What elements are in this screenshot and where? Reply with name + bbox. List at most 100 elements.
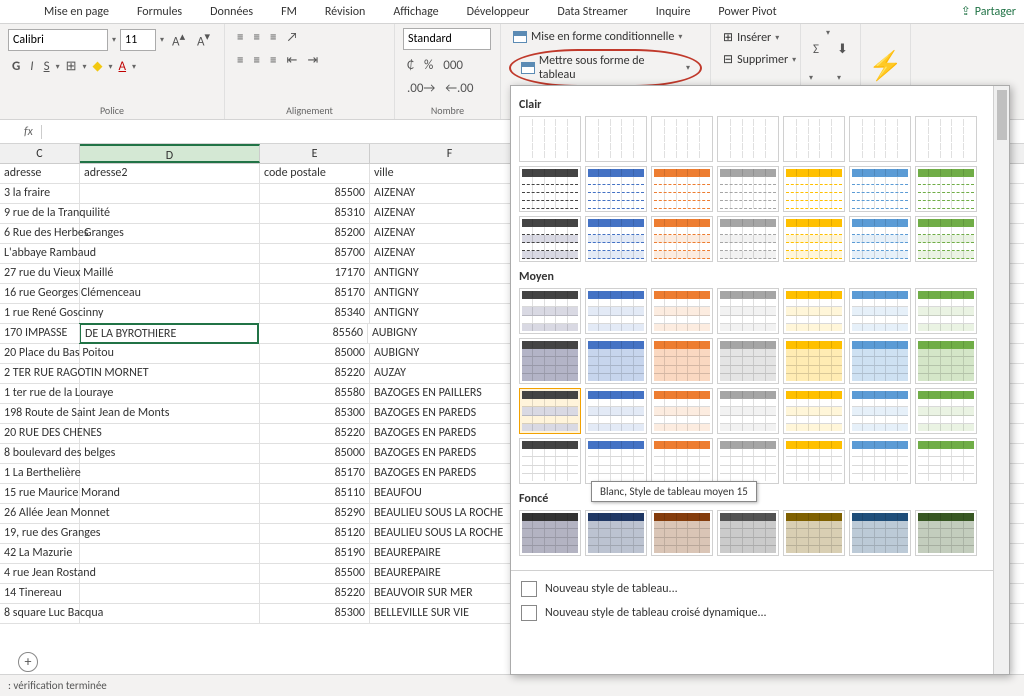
table-style-thumb[interactable]	[849, 288, 911, 334]
table-style-thumb[interactable]	[585, 388, 647, 434]
table-style-thumb[interactable]	[651, 510, 713, 556]
table-style-thumb[interactable]	[783, 438, 845, 484]
new-pivot-style-button[interactable]: Nouveau style de tableau croisé dynamiqu…	[519, 601, 1001, 625]
table-style-thumb[interactable]	[717, 166, 779, 212]
table-style-thumb[interactable]	[651, 216, 713, 262]
table-style-thumb[interactable]	[651, 338, 713, 384]
font-color-button[interactable]: A	[115, 57, 131, 76]
table-style-thumb[interactable]	[915, 438, 977, 484]
format-as-table-button[interactable]: Mettre sous forme de tableau ▾	[509, 49, 702, 87]
table-style-thumb[interactable]	[519, 166, 581, 212]
table-style-thumb[interactable]	[519, 288, 581, 334]
font-size-select[interactable]	[120, 29, 156, 51]
align-bottom-button[interactable]: ≡	[266, 28, 280, 47]
add-sheet-button[interactable]: +	[18, 652, 38, 672]
table-style-thumb[interactable]	[783, 166, 845, 212]
table-style-thumb[interactable]	[915, 510, 977, 556]
table-style-thumb[interactable]	[717, 216, 779, 262]
table-style-thumb[interactable]	[519, 116, 581, 162]
table-style-thumb[interactable]	[915, 116, 977, 162]
align-top-button[interactable]: ≡	[233, 28, 247, 47]
table-style-thumb[interactable]	[651, 288, 713, 334]
tab-fm[interactable]: FM	[277, 2, 301, 22]
orientation-button[interactable]: ↗	[282, 28, 301, 47]
table-style-thumb[interactable]	[915, 216, 977, 262]
table-style-thumb[interactable]	[651, 438, 713, 484]
fx-icon[interactable]: fx	[24, 125, 42, 139]
col-header-d[interactable]: D	[80, 144, 260, 163]
table-style-thumb[interactable]	[717, 388, 779, 434]
tab-inquire[interactable]: Inquire	[652, 2, 695, 22]
table-style-thumb[interactable]	[519, 388, 581, 434]
table-style-thumb[interactable]	[585, 166, 647, 212]
table-style-thumb[interactable]	[783, 338, 845, 384]
percent-button[interactable]: %	[420, 56, 437, 75]
chevron-down-icon[interactable]: ▾	[112, 35, 116, 45]
share-button[interactable]: ⇪ Partager	[961, 4, 1016, 19]
table-style-thumb[interactable]	[717, 116, 779, 162]
italic-button[interactable]: I	[26, 57, 37, 76]
align-right-button[interactable]: ≡	[266, 51, 280, 70]
table-style-thumb[interactable]	[585, 116, 647, 162]
table-style-thumb[interactable]	[651, 116, 713, 162]
underline-button[interactable]: S	[40, 57, 54, 76]
col-header-c[interactable]: C	[0, 144, 80, 163]
indent-decrease-button[interactable]: ⇤	[282, 51, 301, 70]
table-style-thumb[interactable]	[585, 510, 647, 556]
table-style-thumb[interactable]	[717, 510, 779, 556]
tab-data[interactable]: Données	[206, 2, 257, 22]
table-style-thumb[interactable]	[783, 510, 845, 556]
tab-powerpivot[interactable]: Power Pivot	[714, 2, 780, 22]
chevron-down-icon[interactable]: ▾	[160, 35, 164, 45]
tab-review[interactable]: Révision	[321, 2, 369, 22]
table-style-thumb[interactable]	[651, 388, 713, 434]
bold-button[interactable]: G	[8, 57, 24, 76]
table-style-thumb[interactable]	[915, 288, 977, 334]
table-style-thumb[interactable]	[585, 438, 647, 484]
table-style-thumb[interactable]	[585, 288, 647, 334]
table-style-thumb[interactable]	[849, 438, 911, 484]
tab-formulas[interactable]: Formules	[133, 2, 186, 22]
table-style-thumb[interactable]	[651, 166, 713, 212]
table-style-thumb[interactable]	[783, 388, 845, 434]
table-style-thumb[interactable]	[849, 510, 911, 556]
tab-layout[interactable]: Mise en page	[40, 2, 113, 22]
table-style-thumb[interactable]	[585, 216, 647, 262]
new-table-style-button[interactable]: Nouveau style de tableau...	[519, 577, 1001, 601]
col-header-f[interactable]: F	[370, 144, 530, 163]
table-style-thumb[interactable]	[849, 166, 911, 212]
table-style-thumb[interactable]	[519, 438, 581, 484]
table-style-thumb[interactable]	[783, 216, 845, 262]
insert-button[interactable]: ⊞ Insérer ▾	[719, 28, 792, 47]
table-style-thumb[interactable]	[519, 216, 581, 262]
currency-button[interactable]: ₵	[403, 56, 418, 75]
table-style-thumb[interactable]	[519, 510, 581, 556]
table-style-thumb[interactable]	[717, 438, 779, 484]
table-style-thumb[interactable]	[849, 338, 911, 384]
gallery-scrollbar[interactable]	[993, 86, 1009, 674]
table-style-thumb[interactable]	[849, 216, 911, 262]
align-left-button[interactable]: ≡	[233, 51, 247, 70]
number-format-select[interactable]	[403, 28, 491, 50]
decimal-decrease-button[interactable]: ←.00	[441, 79, 477, 98]
table-style-thumb[interactable]	[915, 166, 977, 212]
delete-button[interactable]: ⊟ Supprimer ▾	[719, 50, 792, 69]
table-style-thumb[interactable]	[783, 288, 845, 334]
fill-color-button[interactable]: ◆	[89, 57, 107, 76]
table-style-thumb[interactable]	[519, 338, 581, 384]
align-center-button[interactable]: ≡	[249, 51, 263, 70]
font-name-select[interactable]	[8, 29, 108, 51]
thousands-button[interactable]: 000	[439, 56, 467, 75]
align-middle-button[interactable]: ≡	[249, 28, 263, 47]
table-style-thumb[interactable]	[783, 116, 845, 162]
border-button[interactable]: ⊞	[62, 57, 81, 76]
col-header-e[interactable]: E	[260, 144, 370, 163]
fill-button[interactable]: ⬇	[833, 28, 852, 70]
increase-font-button[interactable]: A▴	[168, 28, 189, 51]
table-style-thumb[interactable]	[717, 338, 779, 384]
table-style-thumb[interactable]	[915, 388, 977, 434]
decimal-increase-button[interactable]: .00→	[403, 79, 439, 98]
table-style-thumb[interactable]	[849, 388, 911, 434]
tab-view[interactable]: Affichage	[389, 2, 442, 22]
table-style-thumb[interactable]	[717, 288, 779, 334]
